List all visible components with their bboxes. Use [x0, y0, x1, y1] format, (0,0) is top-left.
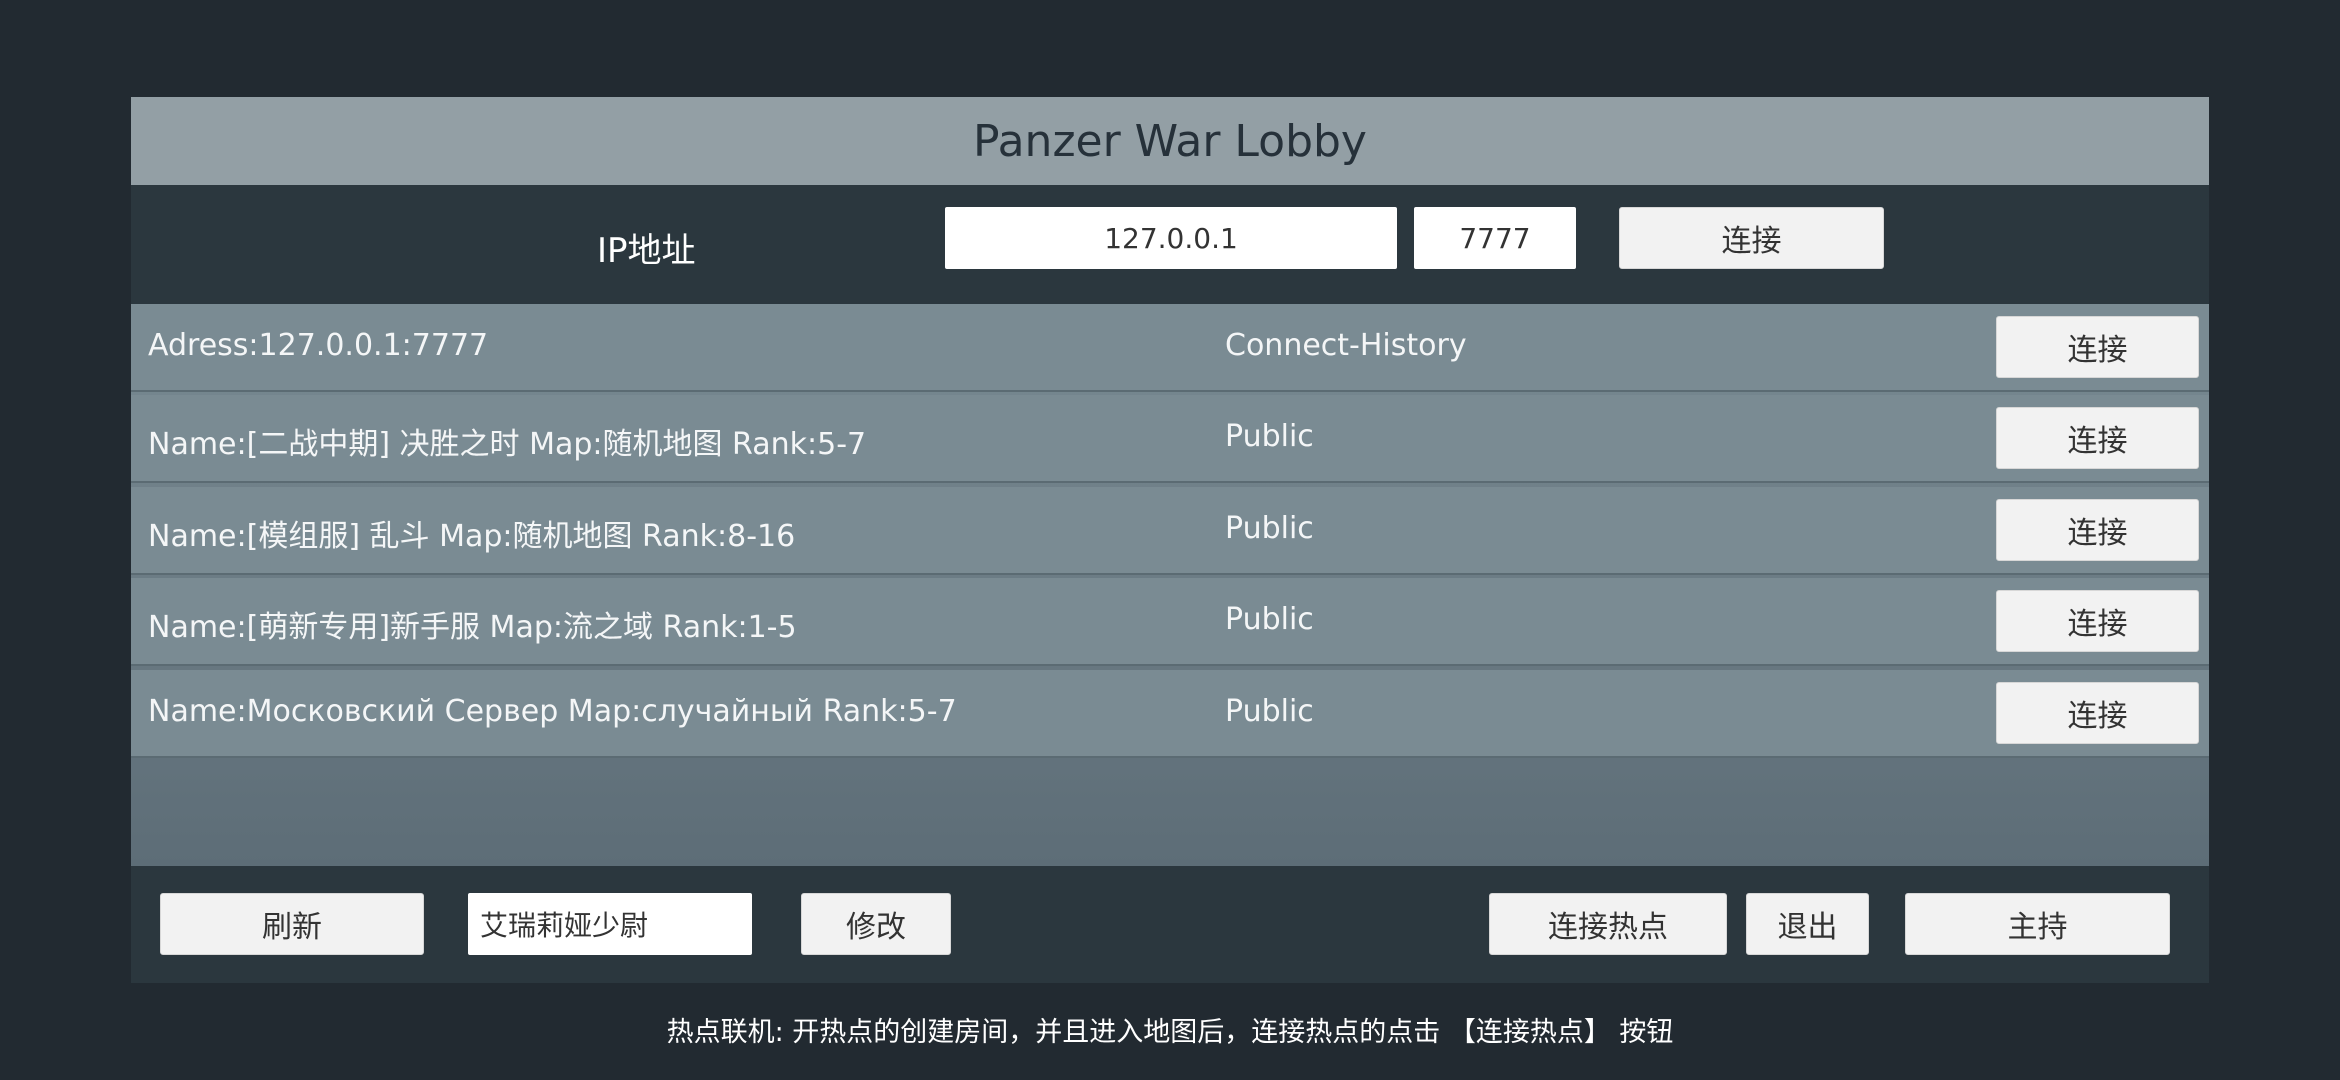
ip-address-input[interactable]: 127.0.0.1	[945, 207, 1397, 269]
ip-label: IP地址	[597, 231, 696, 271]
lobby-panel: Panzer War Lobby IP地址 127.0.0.1 7777 连接 …	[131, 97, 2209, 983]
server-connect-button[interactable]: 连接	[1996, 316, 2199, 378]
connect-hotspot-button[interactable]: 连接热点	[1489, 893, 1727, 955]
player-name-input[interactable]: 艾瑞莉娅少尉	[468, 893, 752, 955]
lobby-title: Panzer War Lobby	[131, 97, 2209, 185]
ip-connect-button[interactable]: 连接	[1619, 207, 1884, 269]
server-name: Name:[萌新专用]新手服 Map:流之域 Rank:1-5	[148, 610, 797, 645]
server-type: Public	[1225, 419, 1314, 454]
server-row: Name:[二战中期] 决胜之时 Map:随机地图 Rank:5-7 Publi…	[131, 395, 2209, 483]
modify-button[interactable]: 修改	[801, 893, 951, 955]
bottom-bar: 刷新 艾瑞莉娅少尉 修改 连接热点 退出 主持	[131, 869, 2209, 983]
server-name: Name:[二战中期] 决胜之时 Map:随机地图 Rank:5-7	[148, 427, 867, 462]
server-type: Public	[1225, 694, 1314, 729]
server-connect-button[interactable]: 连接	[1996, 590, 2199, 652]
server-name: Name:Московский Сервер Map:случайный Ran…	[148, 694, 957, 729]
server-row: Name:Московский Сервер Map:случайный Ran…	[131, 670, 2209, 758]
server-row: Name:[模组服] 乱斗 Map:随机地图 Rank:8-16 Public …	[131, 487, 2209, 575]
ip-bar: IP地址 127.0.0.1 7777 连接	[131, 185, 2209, 301]
server-name: Name:[模组服] 乱斗 Map:随机地图 Rank:8-16	[148, 519, 796, 554]
server-row: Adress:127.0.0.1:7777 Connect-History 连接	[131, 304, 2209, 392]
server-row: Name:[萌新专用]新手服 Map:流之域 Rank:1-5 Public 连…	[131, 578, 2209, 666]
server-type: Public	[1225, 602, 1314, 637]
server-type: Public	[1225, 511, 1314, 546]
hotspot-hint: 热点联机: 开热点的创建房间，并且进入地图后，连接热点的点击 【连接热点】 按钮	[666, 1017, 1674, 1048]
server-connect-button[interactable]: 连接	[1996, 682, 2199, 744]
server-list: Adress:127.0.0.1:7777 Connect-History 连接…	[131, 304, 2209, 866]
server-connect-button[interactable]: 连接	[1996, 499, 2199, 561]
refresh-button[interactable]: 刷新	[160, 893, 424, 955]
exit-button[interactable]: 退出	[1746, 893, 1869, 955]
server-type: Connect-History	[1225, 328, 1467, 363]
server-name: Adress:127.0.0.1:7777	[148, 328, 489, 363]
server-connect-button[interactable]: 连接	[1996, 407, 2199, 469]
host-button[interactable]: 主持	[1905, 893, 2170, 955]
port-input[interactable]: 7777	[1414, 207, 1576, 269]
